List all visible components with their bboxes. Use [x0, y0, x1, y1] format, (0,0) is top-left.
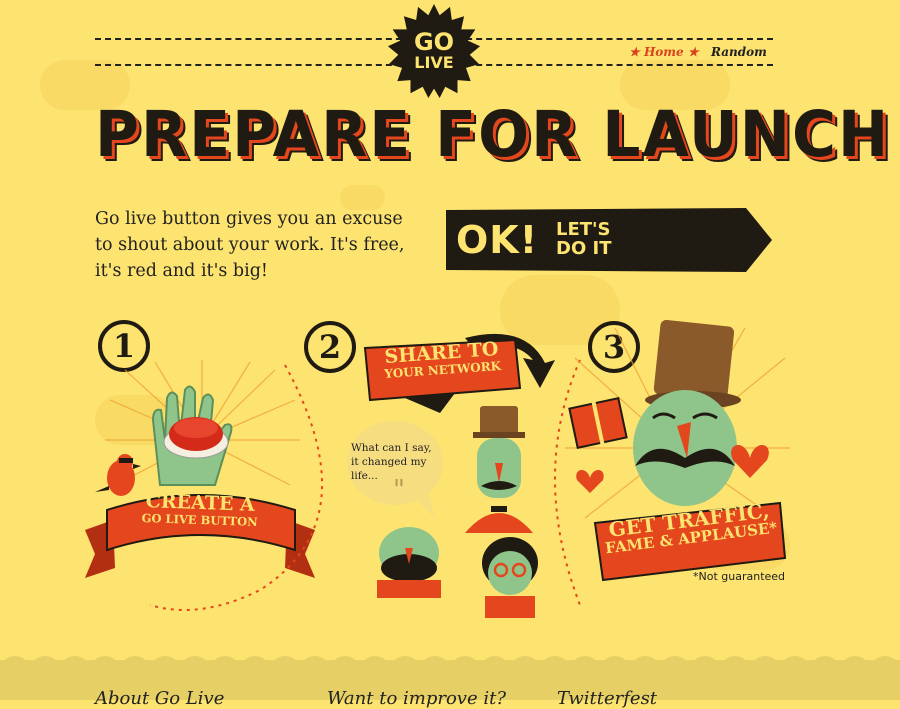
ok-button-sublabel[interactable]: LET'S DO IT: [556, 220, 612, 258]
logo-line-2: LIVE: [414, 53, 454, 72]
star-icon: ★: [687, 45, 699, 59]
logo-line-1: GO: [413, 28, 455, 56]
dotted-connector: [149, 364, 323, 611]
nav-home-label: Home: [643, 45, 684, 59]
star-icon: ★: [629, 45, 640, 59]
footer-heading-improve[interactable]: Want to improve it?: [327, 688, 506, 709]
nav-random[interactable]: Random: [711, 45, 767, 59]
page: GO LIVE ★ Home ★ Random PREPARE FOR LAUN…: [0, 0, 900, 709]
footer-heading-about[interactable]: About Go Live: [95, 688, 224, 709]
ok-sub-line1: LET'S: [556, 219, 611, 240]
intro-text: Go live button gives you an excuse to sh…: [95, 209, 405, 281]
ok-sub-line2: DO IT: [556, 238, 612, 259]
ok-button-label[interactable]: OK!: [456, 218, 538, 262]
not-guaranteed-footnote: *Not guaranteed: [693, 570, 786, 583]
nav-random-label: Random: [711, 45, 767, 59]
nav-home[interactable]: ★ Home ★: [629, 45, 699, 59]
speech-bubble-text: What can I say, it changed my life...: [351, 442, 432, 482]
footer-heading-twitterfest[interactable]: Twitterfest: [557, 688, 657, 709]
logo-text[interactable]: GO LIVE: [387, 30, 481, 71]
page-title: PREPARE FOR LAUNCH: [95, 98, 891, 172]
